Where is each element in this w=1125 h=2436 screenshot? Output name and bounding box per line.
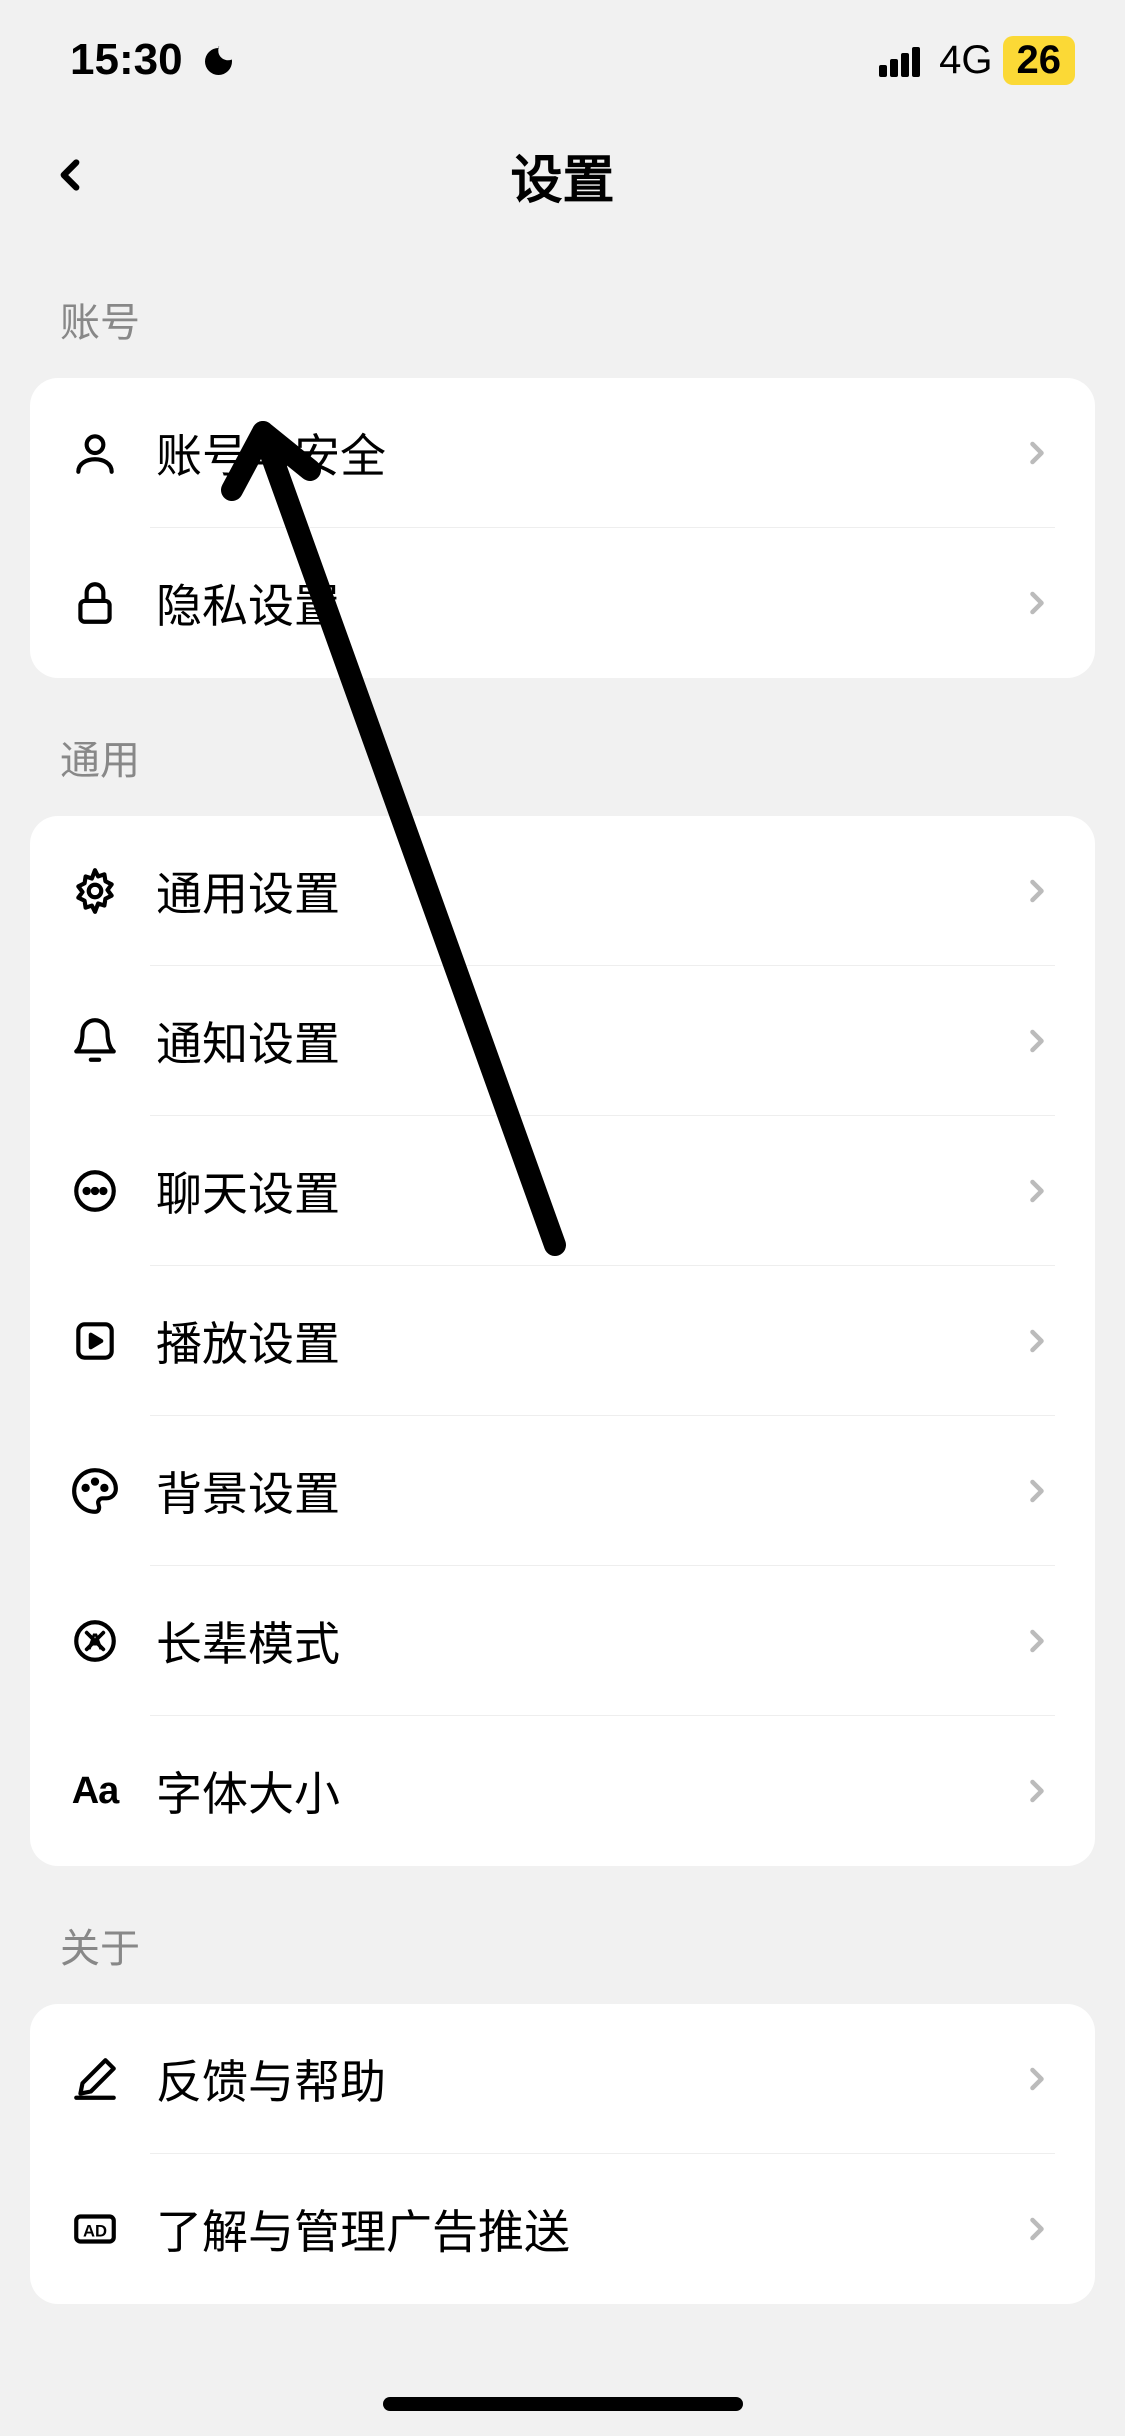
item-label: 聊天设置 <box>156 1158 1019 1224</box>
item-feedback-help[interactable]: 反馈与帮助 <box>30 2004 1095 2154</box>
edit-icon <box>70 2054 120 2104</box>
section-group-account: 账号与安全 隐私设置 <box>30 378 1095 678</box>
network-label: 4G <box>939 38 992 83</box>
item-label: 通知设置 <box>156 1008 1019 1074</box>
signal-icon <box>879 43 929 77</box>
svg-text:A: A <box>87 1628 104 1654</box>
item-label: 通用设置 <box>156 858 1019 924</box>
play-icon <box>70 1316 120 1366</box>
item-label: 播放设置 <box>156 1308 1019 1374</box>
accessibility-icon: A <box>70 1616 120 1666</box>
page-title: 设置 <box>510 138 614 213</box>
back-button[interactable] <box>40 145 100 205</box>
item-font-size[interactable]: Aa 字体大小 <box>30 1716 1095 1866</box>
chevron-right-icon <box>1019 2211 1055 2247</box>
section-label-account: 账号 <box>0 240 1125 378</box>
item-label: 字体大小 <box>156 1758 1019 1824</box>
chevron-right-icon <box>1019 1173 1055 1209</box>
chevron-right-icon <box>1019 1473 1055 1509</box>
chevron-right-icon <box>1019 1323 1055 1359</box>
palette-icon <box>70 1466 120 1516</box>
item-label: 背景设置 <box>156 1458 1019 1524</box>
item-label: 账号与安全 <box>156 420 1019 486</box>
chevron-right-icon <box>1019 2061 1055 2097</box>
item-ad-management[interactable]: AD 了解与管理广告推送 <box>30 2154 1095 2304</box>
gear-icon <box>70 866 120 916</box>
item-privacy[interactable]: 隐私设置 <box>30 528 1095 678</box>
item-playback-settings[interactable]: 播放设置 <box>30 1266 1095 1416</box>
item-background-settings[interactable]: 背景设置 <box>30 1416 1095 1566</box>
item-label: 了解与管理广告推送 <box>156 2196 1019 2262</box>
ad-icon: AD <box>70 2204 120 2254</box>
item-elder-mode[interactable]: A 长辈模式 <box>30 1566 1095 1716</box>
item-chat-settings[interactable]: 聊天设置 <box>30 1116 1095 1266</box>
chevron-right-icon <box>1019 1023 1055 1059</box>
chat-icon <box>70 1166 120 1216</box>
chevron-right-icon <box>1019 1773 1055 1809</box>
user-icon <box>70 428 120 478</box>
chevron-right-icon <box>1019 435 1055 471</box>
font-size-icon: Aa <box>70 1766 120 1816</box>
home-indicator[interactable] <box>383 2397 743 2411</box>
svg-text:AD: AD <box>83 2221 107 2240</box>
status-time: 15:30 <box>70 35 183 85</box>
do-not-disturb-icon <box>199 42 235 78</box>
item-general-settings[interactable]: 通用设置 <box>30 816 1095 966</box>
status-bar: 15:30 4G 26 <box>0 0 1125 110</box>
lock-icon <box>70 578 120 628</box>
section-label-about: 关于 <box>0 1866 1125 2004</box>
section-label-general: 通用 <box>0 678 1125 816</box>
chevron-right-icon <box>1019 873 1055 909</box>
item-notification-settings[interactable]: 通知设置 <box>30 966 1095 1116</box>
status-right: 4G 26 <box>879 36 1075 85</box>
bell-icon <box>70 1016 120 1066</box>
item-label: 隐私设置 <box>156 570 1019 636</box>
section-group-general: 通用设置 通知设置 聊天设置 播放设置 背景设置 <box>30 816 1095 1866</box>
item-account-security[interactable]: 账号与安全 <box>30 378 1095 528</box>
section-group-about: 反馈与帮助 AD 了解与管理广告推送 <box>30 2004 1095 2304</box>
chevron-right-icon <box>1019 585 1055 621</box>
item-label: 反馈与帮助 <box>156 2046 1019 2112</box>
item-label: 长辈模式 <box>156 1608 1019 1674</box>
status-left: 15:30 <box>70 35 235 85</box>
header: 设置 <box>0 110 1125 240</box>
battery-badge: 26 <box>1003 36 1076 85</box>
chevron-right-icon <box>1019 1623 1055 1659</box>
